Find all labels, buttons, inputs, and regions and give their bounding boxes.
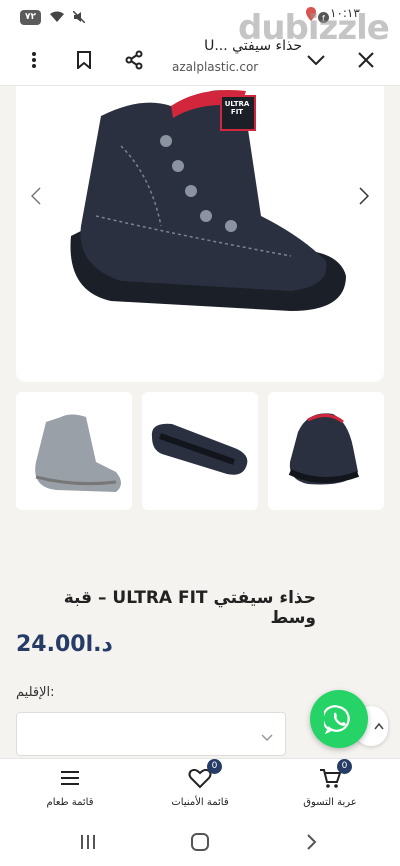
close-icon[interactable] [352, 46, 380, 74]
bottom-item-label: قائمة الأمنيات [171, 797, 229, 808]
bottom-item-menu[interactable]: قائمة طعام [10, 767, 130, 808]
app-root: ٧٢ f ١٠:١٣ حذاء سيفتي ...U azalplastic.c… [0, 0, 400, 866]
whatsapp-button[interactable] [310, 690, 368, 748]
chevron-down-icon [261, 727, 273, 746]
dubizzle-watermark: dubizzle [238, 8, 390, 48]
carousel-next-icon[interactable] [352, 184, 376, 208]
back-icon[interactable] [300, 830, 324, 854]
share-icon[interactable] [120, 46, 148, 74]
chevron-up-icon [374, 722, 384, 730]
cart-icon: 0 [318, 759, 352, 789]
status-icons: ٧٢ [20, 8, 86, 27]
recent-apps-icon[interactable] [76, 830, 100, 854]
carousel-prev-icon[interactable] [24, 184, 48, 208]
region-select[interactable] [16, 712, 286, 756]
thumbnail-boot-sole[interactable] [142, 392, 258, 510]
cart-badge: 0 [337, 759, 352, 774]
bookmark-icon[interactable] [70, 46, 98, 74]
wifi-icon [49, 8, 65, 27]
thumbnail-boot-back[interactable] [268, 392, 384, 510]
product-title: حذاء سيفتي ULTRA FIT – قبة وسط [63, 588, 316, 628]
more-vert-icon[interactable] [20, 46, 48, 74]
bottom-item-wishlist[interactable]: 0 قائمة الأمنيات [140, 759, 260, 808]
home-icon[interactable] [188, 830, 212, 854]
bottom-app-bar: قائمة طعام 0 قائمة الأمنيات 0 عربة التسو… [0, 758, 400, 816]
safety-boot-illustration [70, 90, 346, 311]
system-nav-bar [0, 816, 400, 866]
mute-icon [72, 8, 86, 27]
product-price: د.ا24.00 [16, 632, 113, 657]
bottom-item-label: قائمة طعام [46, 797, 94, 808]
wishlist-badge: 0 [207, 759, 222, 774]
battery-icon: ٧٢ [20, 10, 41, 25]
boot-brand-label: ULTRA FIT [224, 100, 250, 116]
main-product-image[interactable]: ULTRA FIT [16, 86, 384, 382]
menu-icon [58, 767, 82, 789]
tab-url[interactable]: azalplastic.cor [172, 60, 258, 74]
bottom-item-label: عربة التسوق [303, 797, 357, 808]
region-label: الإقليم: [16, 685, 55, 700]
chevron-down-icon[interactable] [302, 46, 330, 74]
heart-icon: 0 [188, 759, 222, 789]
thumbnail-grey-boot[interactable] [16, 392, 132, 510]
whatsapp-icon [324, 705, 350, 734]
bottom-item-cart[interactable]: 0 عربة التسوق [270, 759, 390, 808]
